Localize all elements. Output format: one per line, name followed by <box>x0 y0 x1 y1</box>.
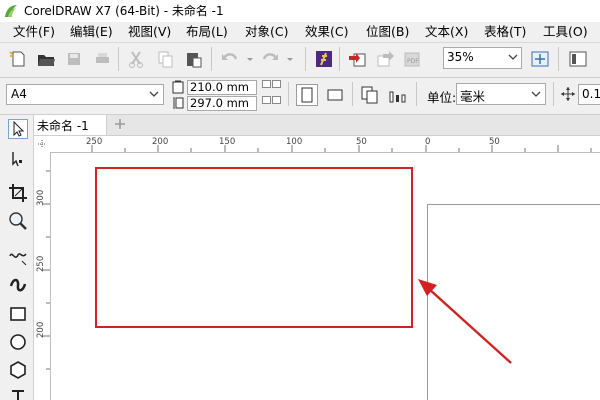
menu-edit[interactable]: 编辑(E) <box>70 24 113 40</box>
page-width-field[interactable]: 210.0 mm <box>187 80 257 95</box>
chevron-down-icon[interactable] <box>508 52 518 62</box>
ruler-label: 150 <box>219 137 236 147</box>
page-size-value: A4 <box>11 87 27 101</box>
svg-text:PDF: PDF <box>407 58 419 65</box>
ruler-label: 100 <box>286 137 303 147</box>
page-width-icon <box>172 80 184 94</box>
rectangle-tool-icon[interactable] <box>7 303 29 325</box>
height-spinner-down[interactable] <box>262 96 271 104</box>
width-spinner-up[interactable] <box>272 80 281 88</box>
page-height-field[interactable]: 297.0 mm <box>187 96 257 111</box>
ellipse-tool-icon[interactable] <box>7 331 29 353</box>
menu-bitmaps[interactable]: 位图(B) <box>366 24 409 40</box>
menu-effects[interactable]: 效果(C) <box>305 24 348 40</box>
artistic-media-tool-icon[interactable] <box>7 274 29 296</box>
page-size-combo[interactable] <box>6 84 164 105</box>
nudge-distance-field[interactable]: 0.1 <box>578 84 600 105</box>
menu-table[interactable]: 表格(T) <box>484 24 526 40</box>
import-icon[interactable] <box>346 48 370 70</box>
ruler-label: 0 <box>425 137 431 147</box>
ruler-label: 200 <box>36 321 46 338</box>
nudge-distance-icon <box>561 87 575 101</box>
all-pages-icon[interactable] <box>359 84 381 106</box>
paste-icon[interactable] <box>181 48 205 70</box>
text-tool-icon[interactable] <box>7 388 29 400</box>
annotation-arrow-icon <box>418 279 512 364</box>
coreldraw-app-icon <box>5 5 17 17</box>
menu-view[interactable]: 视图(V) <box>128 24 171 40</box>
ruler-label: 50 <box>356 137 367 147</box>
menu-file[interactable]: 文件(F) <box>13 24 55 40</box>
full-screen-icon[interactable] <box>528 48 552 70</box>
portrait-orientation-icon[interactable] <box>296 84 318 106</box>
zoom-tool-icon[interactable] <box>7 210 29 232</box>
freehand-tool-icon[interactable] <box>7 246 29 268</box>
menu-tools[interactable]: 工具(O) <box>543 24 588 40</box>
units-value: 毫米 <box>460 89 486 104</box>
ruler-origin-icon[interactable] <box>34 136 50 152</box>
menu-text[interactable]: 文本(X) <box>425 24 468 40</box>
menu-layout[interactable]: 布局(L) <box>186 24 228 40</box>
zoom-level-value: 35% <box>447 50 474 64</box>
shape-tool-icon[interactable] <box>7 148 29 170</box>
units-label: 单位: <box>427 90 457 105</box>
height-spinner-up[interactable] <box>272 96 281 104</box>
document-tab-label: 未命名 -1 <box>37 119 89 133</box>
save-icon[interactable] <box>62 48 86 70</box>
chevron-down-icon[interactable] <box>531 89 541 99</box>
page-height-icon <box>173 97 184 109</box>
chevron-down-icon[interactable] <box>149 89 159 99</box>
copy-icon[interactable] <box>153 48 177 70</box>
ruler-label: 250 <box>86 137 103 147</box>
menu-object[interactable]: 对象(C) <box>245 24 288 40</box>
ruler-label: 250 <box>36 255 46 272</box>
cut-icon[interactable] <box>124 48 148 70</box>
ruler-label: 50 <box>489 137 500 147</box>
width-spinner-down[interactable] <box>262 80 271 88</box>
polygon-tool-icon[interactable] <box>7 359 29 381</box>
publish-pdf-icon[interactable]: PDF <box>400 48 424 70</box>
crop-tool-icon[interactable] <box>7 182 29 204</box>
highlight-rectangle <box>95 167 413 328</box>
options-icon[interactable] <box>566 48 590 70</box>
add-tab-icon[interactable] <box>113 117 127 131</box>
ruler-label: 200 <box>152 137 169 147</box>
redo-dropdown-icon[interactable] <box>278 48 302 70</box>
ruler-label: 300 <box>36 189 46 206</box>
open-icon[interactable] <box>34 48 58 70</box>
corel-connect-icon[interactable] <box>312 48 336 70</box>
landscape-orientation-icon[interactable] <box>324 84 346 106</box>
pick-tool-icon[interactable] <box>8 119 28 139</box>
new-document-icon[interactable] <box>6 48 30 70</box>
window-title: CorelDRAW X7 (64-Bit) - 未命名 -1 <box>24 4 224 18</box>
horizontal-ruler-ticks <box>91 145 592 152</box>
print-icon[interactable] <box>90 48 114 70</box>
current-page-icon[interactable] <box>387 84 409 106</box>
export-icon[interactable] <box>373 48 397 70</box>
